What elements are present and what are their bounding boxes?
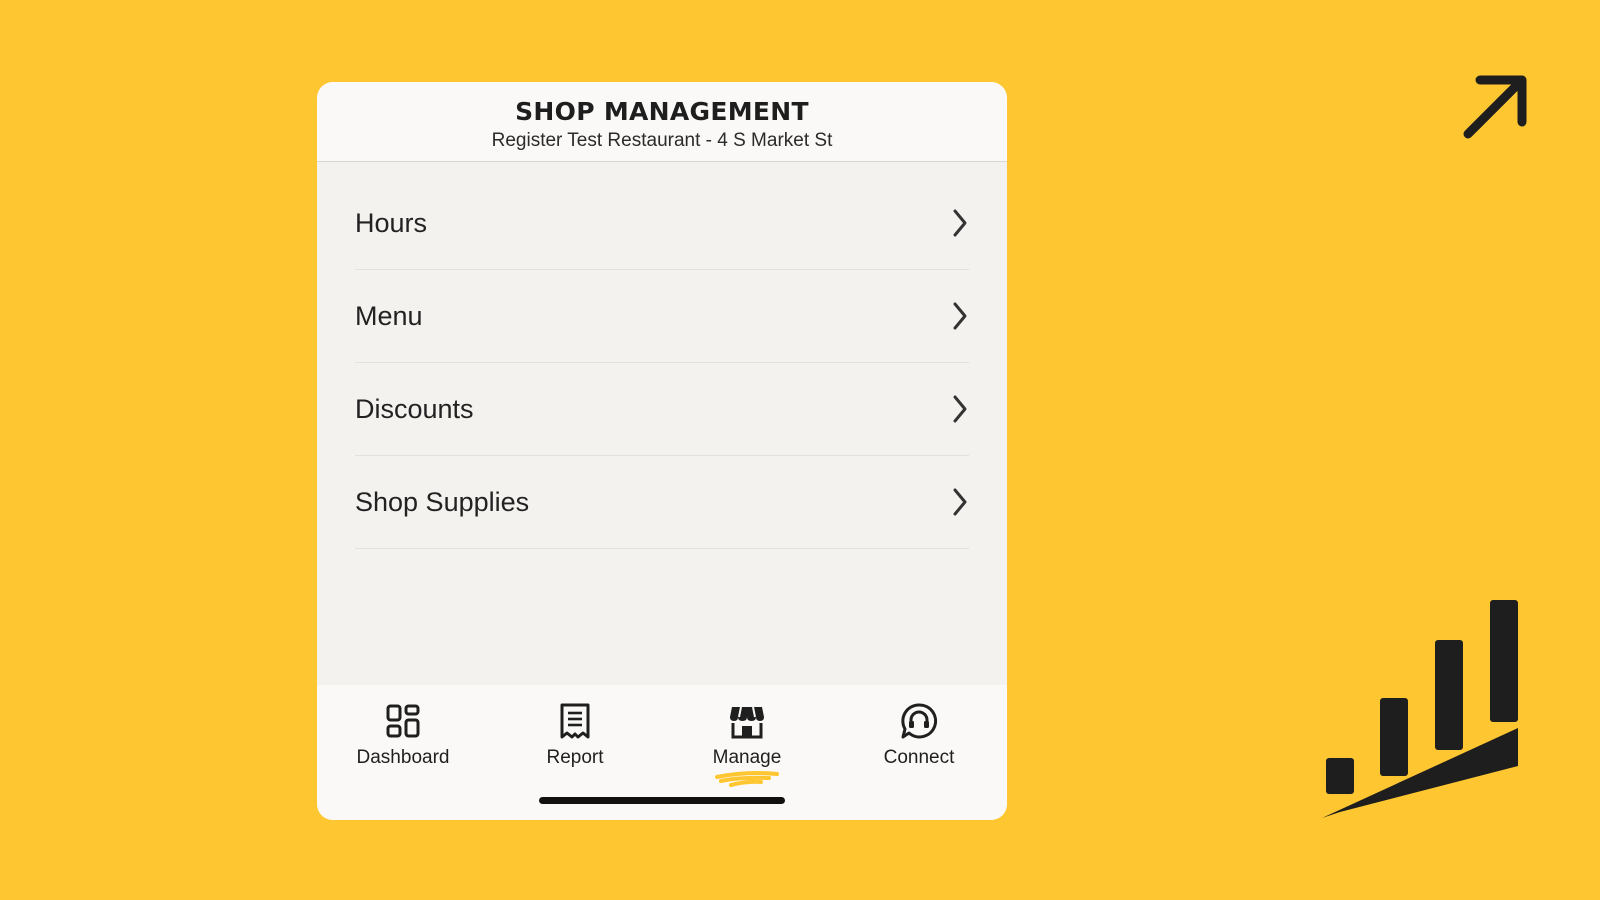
arrow-up-right-icon	[1463, 75, 1527, 139]
storefront-icon	[661, 701, 833, 741]
list-item-label: Hours	[355, 207, 428, 238]
list-item-label: Menu	[355, 300, 423, 331]
page-title: SHOP MANAGEMENT	[515, 97, 809, 126]
active-tab-indicator	[715, 771, 779, 787]
chevron-right-icon	[951, 208, 969, 238]
list-item-label: Discounts	[355, 393, 474, 424]
tab-label: Manage	[712, 747, 782, 768]
tab-label: Dashboard	[356, 747, 450, 768]
home-indicator	[539, 797, 785, 804]
management-list: Hours Menu Discounts Shop Supplies	[355, 208, 969, 549]
tab-connect[interactable]: Connect	[833, 701, 1005, 769]
tab-manage[interactable]: Manage	[661, 701, 833, 787]
dashboard-grid-icon	[317, 701, 489, 741]
header: SHOP MANAGEMENT Register Test Restaurant…	[317, 82, 1007, 162]
tab-dashboard[interactable]: Dashboard	[317, 701, 489, 769]
headset-chat-icon	[833, 701, 1005, 741]
tab-label: Report	[546, 747, 604, 768]
chevron-right-icon	[951, 301, 969, 331]
receipt-icon	[489, 701, 661, 741]
page-subtitle: Register Test Restaurant - 4 S Market St	[491, 130, 833, 151]
list-item-discounts[interactable]: Discounts	[355, 363, 969, 456]
chevron-right-icon	[951, 487, 969, 517]
tab-label: Connect	[883, 747, 955, 768]
list-item-label: Shop Supplies	[355, 486, 530, 517]
list-item-menu[interactable]: Menu	[355, 270, 969, 363]
tab-report[interactable]: Report	[489, 701, 661, 769]
chevron-right-icon	[951, 394, 969, 424]
list-item-shop-supplies[interactable]: Shop Supplies	[355, 456, 969, 549]
shop-management-screen: SHOP MANAGEMENT Register Test Restaurant…	[317, 82, 1007, 820]
bar-chart-logo-icon	[1322, 600, 1518, 818]
list-item-hours[interactable]: Hours	[355, 177, 969, 270]
tab-bar: Dashboard Report Manage Connect	[317, 685, 1007, 820]
